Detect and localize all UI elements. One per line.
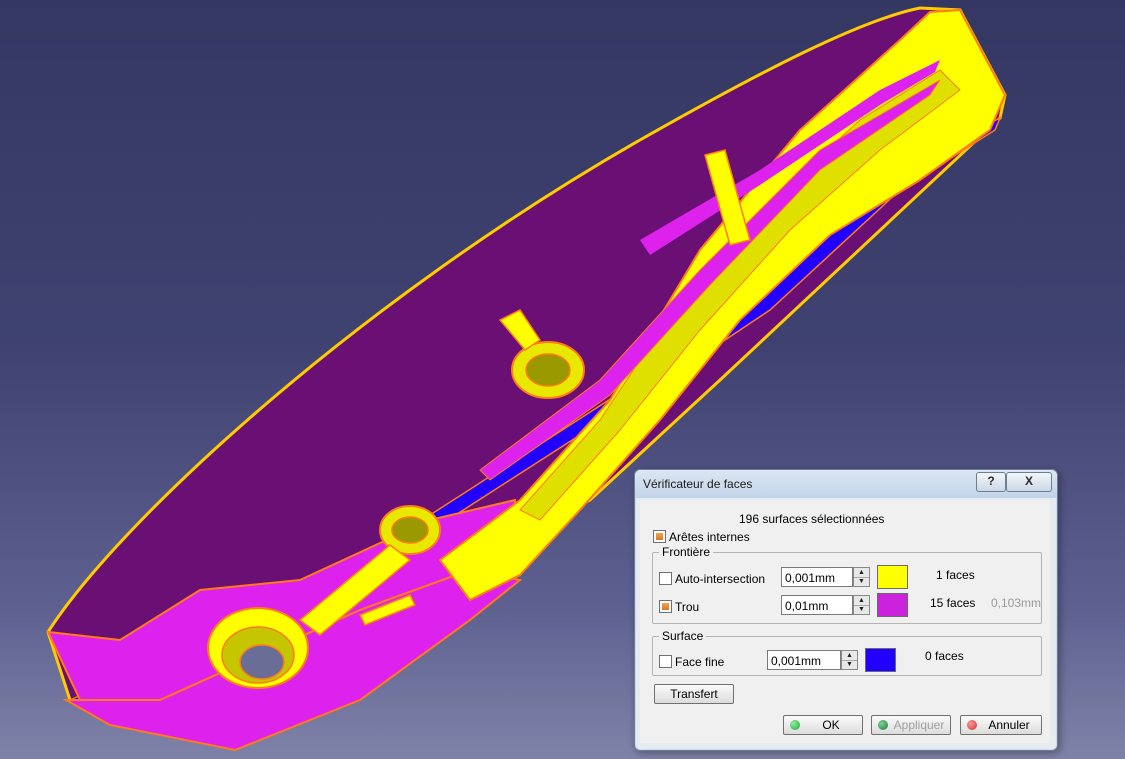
dialog-body: 196 surfaces sélectionnées Arêtes intern… [640,500,1050,743]
selection-summary: 196 surfaces sélectionnées [739,512,885,526]
hole-color[interactable] [877,593,908,617]
apply-icon [878,720,888,730]
internal-edges-label: Arêtes internes [669,530,750,544]
dialog-title: Vérificateur de faces [643,477,753,491]
apply-label: Appliquer [893,718,945,732]
thin-face-spinner[interactable]: ▲ ▼ [841,650,858,670]
apply-button[interactable]: Appliquer [871,715,951,735]
spin-down-icon[interactable]: ▼ [842,660,857,669]
cancel-button[interactable]: Annuler [960,715,1042,735]
thin-face-count: 0 faces [925,649,964,663]
frontier-group: Frontière Auto-intersection 0,001mm ▲ ▼ 1… [652,545,1042,624]
cancel-icon [967,720,977,730]
hole-checkbox[interactable] [659,600,672,613]
hole-spinner[interactable]: ▲ ▼ [853,595,870,615]
auto-intersection-checkbox[interactable] [659,572,672,585]
spin-down-icon[interactable]: ▼ [854,605,869,614]
auto-intersection-color[interactable] [877,565,908,589]
auto-intersection-value[interactable]: 0,001mm [781,567,853,587]
dialog-titlebar[interactable]: Vérificateur de faces ? X [635,470,1057,498]
thin-face-label: Face fine [675,655,725,669]
hole-label: Trou [675,600,700,614]
frontier-legend: Frontière [659,545,714,559]
face-checker-dialog: Vérificateur de faces ? X 196 surfaces s… [634,469,1058,751]
thin-face-value[interactable]: 0,001mm [767,650,841,670]
ok-label: OK [822,718,840,732]
hole-count: 15 faces [930,596,976,610]
help-button[interactable]: ? [976,472,1006,492]
surface-group: Surface Face fine 0,001mm ▲ ▼ 0 faces [652,629,1042,676]
ok-icon [790,720,800,730]
hole-value[interactable]: 0,01mm [781,595,853,615]
cancel-label: Annuler [988,718,1030,732]
auto-intersection-spinner[interactable]: ▲ ▼ [853,567,870,587]
ok-button[interactable]: OK [783,715,863,735]
spin-down-icon[interactable]: ▼ [854,577,869,586]
thin-face-checkbox[interactable] [659,655,672,668]
hole-max-gap: 0,103mm [991,596,1042,610]
surface-legend: Surface [659,629,707,643]
thin-face-color[interactable] [865,648,896,672]
close-button[interactable]: X [1006,472,1052,492]
auto-intersection-label: Auto-intersection [675,572,766,586]
auto-intersection-count: 1 faces [936,568,975,582]
transfer-button[interactable]: Transfert [654,684,734,704]
internal-edges-checkbox[interactable] [653,530,666,543]
